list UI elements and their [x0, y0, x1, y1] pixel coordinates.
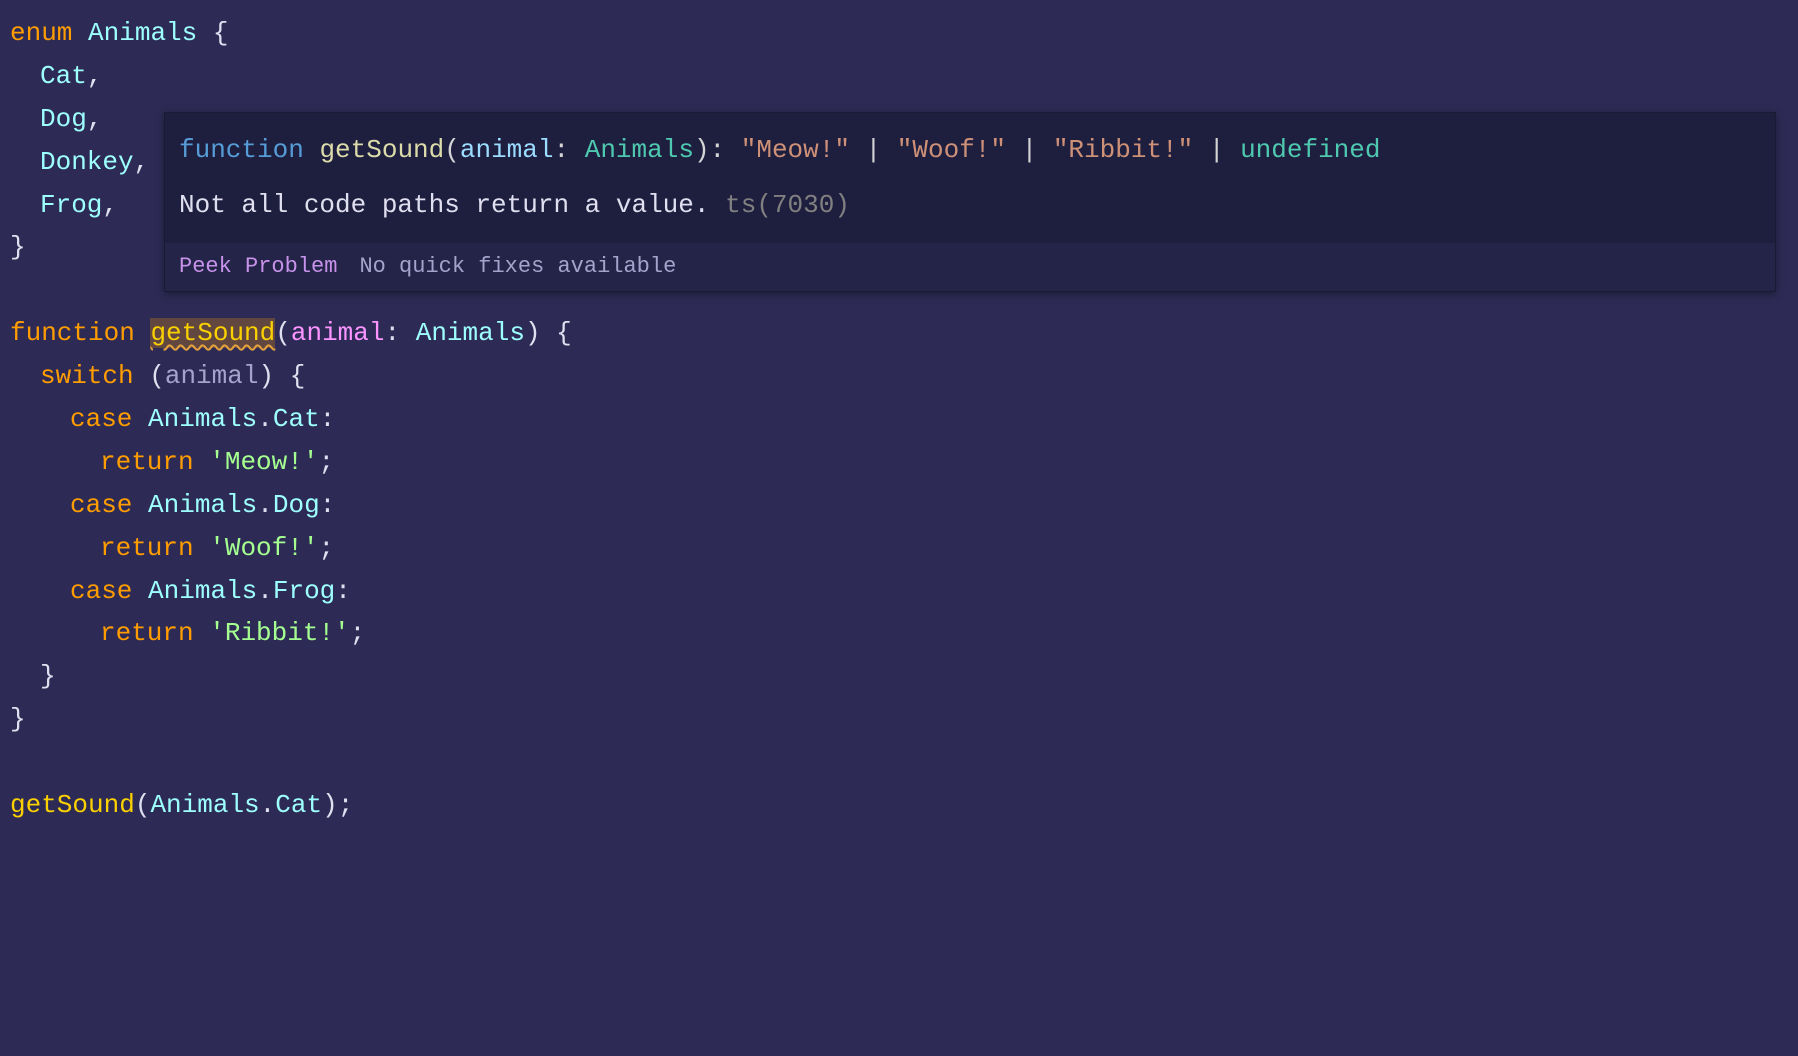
code-line: Cat,	[10, 55, 1788, 98]
hover-tooltip: function getSound(animal: Animals): "Meo…	[164, 112, 1776, 292]
code-line: return 'Meow!';	[10, 441, 1788, 484]
code-line: case Animals.Frog:	[10, 570, 1788, 613]
tooltip-signature: function getSound(animal: Animals): "Meo…	[165, 113, 1775, 178]
quickfix-status: No quick fixes available	[359, 249, 676, 285]
error-highlight[interactable]: getSound	[150, 318, 275, 348]
code-line: case Animals.Dog:	[10, 484, 1788, 527]
blank-line	[10, 741, 1788, 784]
code-line: function getSound(animal: Animals) {	[10, 312, 1788, 355]
code-line: case Animals.Cat:	[10, 398, 1788, 441]
tooltip-error-message: Not all code paths return a value. ts(70…	[165, 178, 1775, 243]
code-line: }	[10, 655, 1788, 698]
code-line: }	[10, 698, 1788, 741]
code-line: return 'Woof!';	[10, 527, 1788, 570]
tooltip-footer: Peek Problem No quick fixes available	[165, 243, 1775, 291]
peek-problem-link[interactable]: Peek Problem	[179, 249, 337, 285]
code-line: return 'Ribbit!';	[10, 612, 1788, 655]
code-line: enum Animals {	[10, 12, 1788, 55]
code-line: getSound(Animals.Cat);	[10, 784, 1788, 827]
code-line: switch (animal) {	[10, 355, 1788, 398]
